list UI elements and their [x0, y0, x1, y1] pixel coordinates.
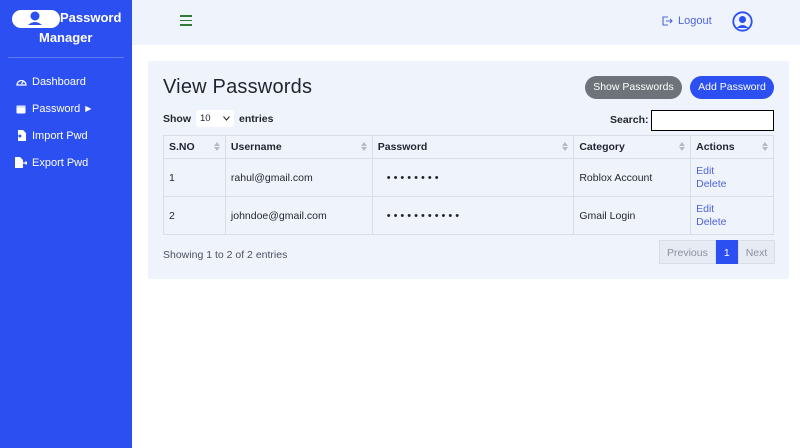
- sidebar-divider: [8, 57, 124, 58]
- topbar: Logout: [132, 0, 800, 45]
- search-label: Search:: [610, 114, 649, 126]
- user-avatar-icon[interactable]: [732, 11, 753, 32]
- gauge-icon: [15, 76, 27, 88]
- show-label: Show: [163, 112, 191, 125]
- table-info: Showing 1 to 2 of 2 entries: [163, 249, 288, 261]
- sidebar-item-label: Password: [32, 102, 81, 115]
- chevron-down-icon: [223, 116, 230, 121]
- cell-category: Gmail Login: [573, 196, 692, 235]
- cell-username: johndoe@gmail.com: [224, 196, 373, 235]
- cell-password: •••••••••••: [371, 196, 575, 235]
- entries-length-control: Show 10 entries: [163, 110, 273, 127]
- cell-sno: 2: [163, 196, 226, 235]
- column-header-username[interactable]: Username: [224, 135, 373, 159]
- table-header-row: S.NO Username Password Category Actions: [163, 135, 774, 159]
- column-header-actions[interactable]: Actions: [690, 135, 774, 159]
- cell-actions: Edit Delete: [690, 196, 774, 235]
- pagination: Previous 1 Next: [659, 240, 776, 264]
- edit-link[interactable]: Edit: [696, 203, 773, 216]
- file-import-icon: [15, 130, 27, 142]
- cell-username: rahul@gmail.com: [224, 158, 373, 197]
- brand-title-line1: Password: [60, 10, 122, 25]
- page-title: View Passwords: [163, 76, 313, 98]
- sidebar-item-import[interactable]: Import Pwd: [0, 122, 132, 149]
- edit-link[interactable]: Edit: [696, 165, 773, 178]
- sidebar-item-dashboard[interactable]: Dashboard: [0, 68, 132, 95]
- delete-link[interactable]: Delete: [696, 216, 773, 229]
- caret-right-icon: ▶: [85, 104, 92, 113]
- entries-label: entries: [239, 112, 274, 125]
- sidebar: Password Manager Dashboard Password ▶ Im…: [0, 0, 132, 448]
- cell-category: Roblox Account: [573, 158, 692, 197]
- sort-icon: [360, 142, 367, 151]
- passwords-card: View Passwords Show Passwords Add Passwo…: [148, 61, 789, 279]
- calendar-icon: [15, 103, 27, 115]
- previous-page-button[interactable]: Previous: [659, 240, 716, 264]
- cell-actions: Edit Delete: [690, 158, 774, 197]
- column-header-category[interactable]: Category: [573, 135, 692, 159]
- sign-out-icon: [662, 16, 673, 26]
- entries-select-value: 10: [200, 113, 211, 124]
- file-export-icon: [15, 157, 27, 169]
- sidebar-item-label: Import Pwd: [32, 129, 88, 142]
- menu-toggle-icon[interactable]: [180, 15, 192, 27]
- cell-sno: 1: [163, 158, 226, 197]
- brand-logo: [12, 10, 60, 28]
- sidebar-item-label: Export Pwd: [32, 156, 89, 169]
- sort-icon: [213, 142, 220, 151]
- sort-icon: [562, 142, 569, 151]
- table-row: 2 johndoe@gmail.com ••••••••••• Gmail Lo…: [163, 196, 774, 235]
- delete-link[interactable]: Delete: [696, 178, 773, 191]
- logout-label: Logout: [678, 15, 712, 27]
- next-page-button[interactable]: Next: [737, 240, 776, 264]
- search-input[interactable]: [651, 110, 774, 131]
- sort-icon: [762, 142, 768, 151]
- sidebar-item-password[interactable]: Password ▶: [0, 95, 132, 122]
- sort-icon: [679, 142, 686, 151]
- show-passwords-button[interactable]: Show Passwords: [585, 76, 682, 99]
- sidebar-item-export[interactable]: Export Pwd: [0, 149, 132, 176]
- sidebar-nav: Dashboard Password ▶ Import Pwd Export P…: [0, 68, 132, 176]
- page-1-button[interactable]: 1: [715, 240, 738, 264]
- column-header-password[interactable]: Password: [371, 135, 575, 159]
- add-password-button[interactable]: Add Password: [690, 76, 774, 99]
- sidebar-item-label: Dashboard: [32, 75, 86, 88]
- brand[interactable]: Password Manager: [10, 8, 124, 48]
- user-lock-icon: [28, 11, 42, 25]
- entries-select[interactable]: 10: [196, 110, 234, 127]
- column-header-sno[interactable]: S.NO: [163, 135, 226, 159]
- table-row: 1 rahul@gmail.com •••••••• Roblox Accoun…: [163, 158, 774, 197]
- passwords-table: S.NO Username Password Category Actions …: [163, 135, 774, 235]
- cell-password: ••••••••: [371, 158, 575, 197]
- logout-link[interactable]: Logout: [662, 15, 712, 27]
- brand-title-line2: Manager: [39, 30, 93, 45]
